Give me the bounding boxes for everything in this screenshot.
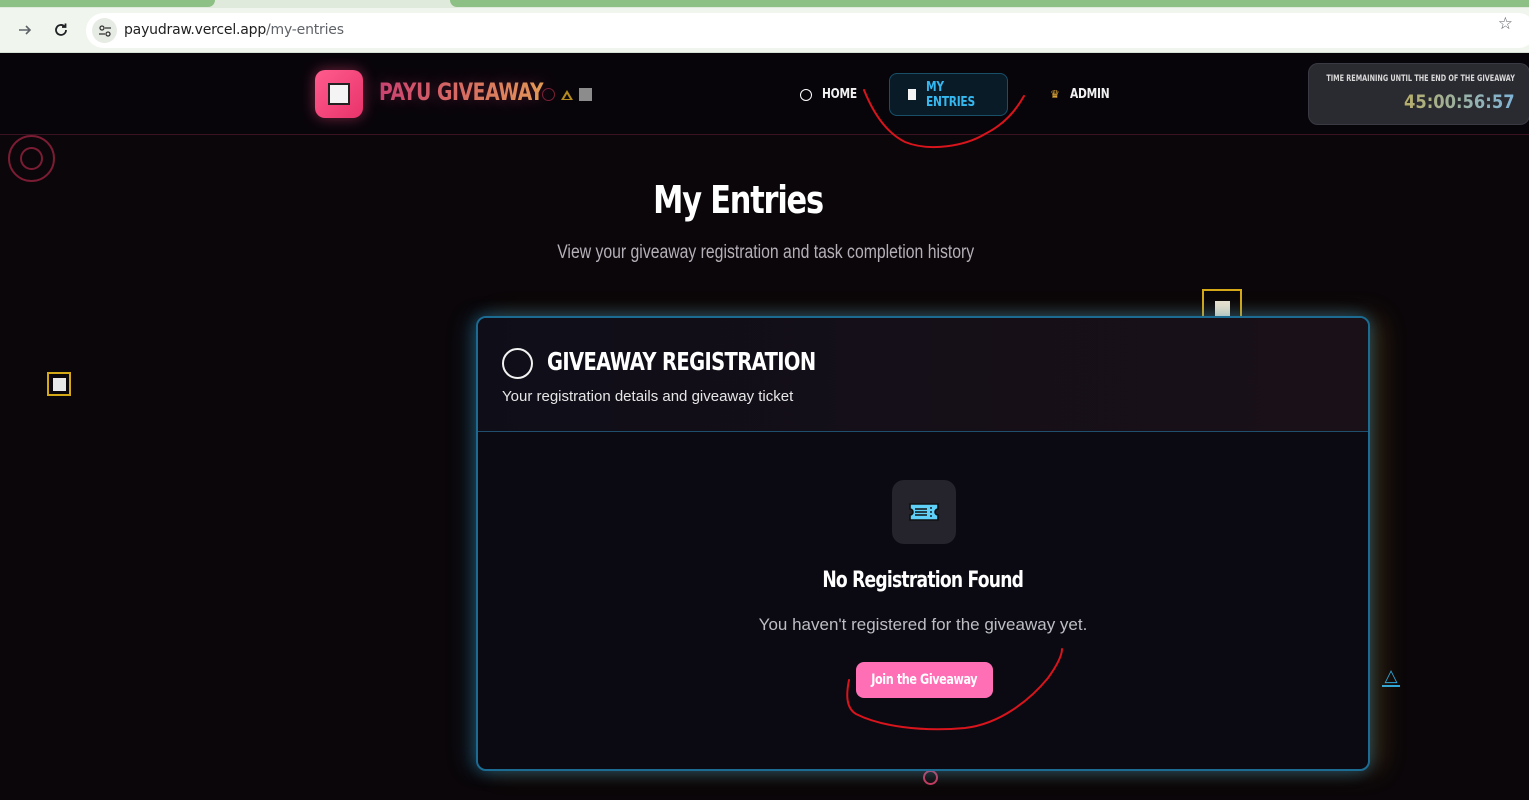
brand-shapes [542,88,592,101]
square-logo-icon [328,83,350,105]
countdown-timer: TIME REMAINING UNTIL THE END OF THE GIVE… [1308,63,1529,125]
nav-my-entries[interactable]: MY ENTRIES [889,73,1008,116]
address-bar[interactable]: payudraw.vercel.app/my-entries [86,13,1529,48]
ring-icon [502,348,533,379]
site-info-icon[interactable] [92,18,117,43]
card-header: GIVEAWAY REGISTRATION Your registration … [478,318,1368,432]
registration-card: GIVEAWAY REGISTRATION Your registration … [476,316,1370,771]
nav-home-label: HOME [822,87,857,102]
decor-triangle-icon: △ [1381,666,1401,687]
tab-active-left[interactable] [0,0,215,7]
decor-circle-icon [8,135,55,182]
nav-admin[interactable]: ♛ ADMIN [1032,73,1136,116]
card-description: Your registration details and giveaway t… [502,388,794,405]
url-path: /my-entries [266,22,344,38]
triangle-icon [561,89,573,100]
nav-my-entries-label: MY ENTRIES [926,79,975,110]
empty-state-title: No Registration Found [478,568,1368,593]
join-giveaway-label: Join the Giveaway [871,672,978,688]
url-text[interactable]: payudraw.vercel.app/my-entries [124,22,344,38]
nav-admin-label: ADMIN [1069,87,1110,102]
page-title: My Entries [653,178,824,222]
logo[interactable] [315,70,363,118]
decor-circle-icon [923,770,938,785]
crown-icon: ♛ [1050,88,1060,101]
tab-strip [0,0,1529,8]
url-domain: payudraw.vercel.app [124,22,267,38]
join-giveaway-button[interactable]: Join the Giveaway [856,662,993,698]
square-icon [908,89,917,100]
circle-icon [542,88,555,101]
brand-name[interactable]: PAYU GIVEAWAY [379,78,544,106]
decor-square-icon [47,372,71,396]
browser-toolbar: payudraw.vercel.app/my-entries ☆ [0,8,1529,53]
ring-icon [800,88,812,101]
star-icon[interactable]: ☆ [1498,14,1513,34]
page-subtitle: View your giveaway registration and task… [557,242,975,263]
timer-label: TIME REMAINING UNTIL THE END OF THE GIVE… [1326,74,1515,84]
site-header: PAYU GIVEAWAY HOME MY ENTRIES ♛ ADMIN TI… [0,53,1529,135]
nav-home[interactable]: HOME [782,73,883,116]
empty-state-title-text: No Registration Found [822,568,1025,593]
arrow-right-icon[interactable] [12,17,38,43]
card-title: GIVEAWAY REGISTRATION [547,347,816,376]
tab-active-right[interactable] [450,0,1529,7]
ticket-icon [892,480,956,544]
decor-square-icon [1202,289,1242,319]
timer-value: 45:00:56:57 [1404,91,1515,113]
reload-icon[interactable] [48,17,74,43]
square-icon [579,88,592,101]
empty-state-text: You haven't registered for the giveaway … [758,615,1088,634]
